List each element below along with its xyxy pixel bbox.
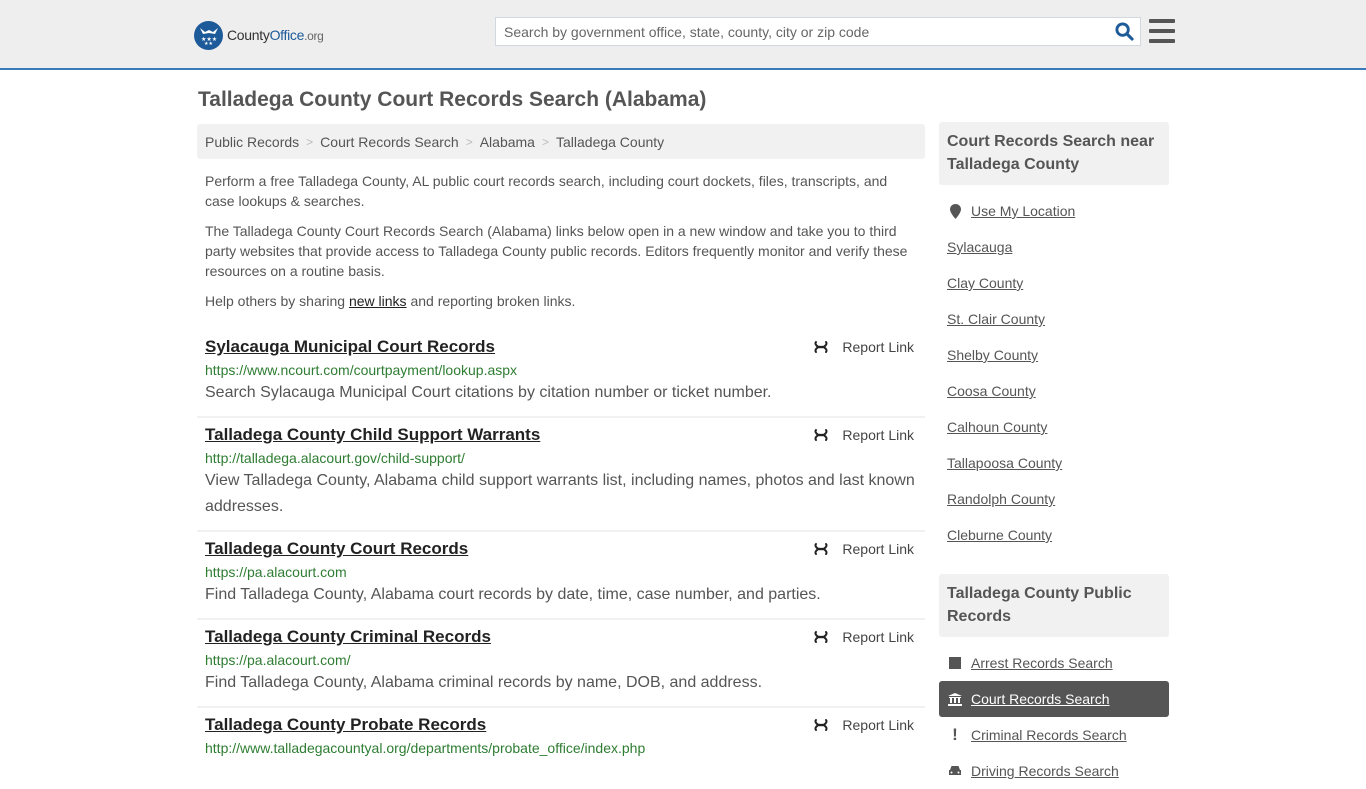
nearby-link-cleburne-county[interactable]: Cleburne County [947,527,1052,543]
use-my-location-link[interactable]: Use My Location [971,203,1075,219]
broken-link-icon [814,543,828,555]
broken-link-icon [814,631,828,643]
nearby-item: St. Clair County [939,301,1169,337]
breadcrumb-talladega-county[interactable]: Talladega County [556,134,664,150]
nearby-link-clay-county[interactable]: Clay County [947,275,1023,291]
eagle-logo-icon: ★★★ ★★ [194,20,223,50]
result-url[interactable]: https://pa.alacourt.com/ [205,650,917,670]
nearby-link-randolph-county[interactable]: Randolph County [947,491,1055,507]
result-url[interactable]: https://www.ncourt.com/courtpayment/look… [205,360,917,380]
broken-link-icon [814,341,828,353]
public-records-heading: Talladega County Public Records [939,574,1169,637]
search-icon [1114,22,1134,41]
site-header: ★★★ ★★ CountyOffice.org [0,0,1366,70]
site-logo[interactable]: ★★★ ★★ CountyOffice.org [194,20,324,50]
result-description: Find Talladega County, Alabama criminal … [205,674,763,691]
nearby-item: Clay County [939,265,1169,301]
result-title-link[interactable]: Talladega County Probate Records [205,714,486,736]
new-links-link[interactable]: new links [349,293,407,309]
nearby-item: Randolph County [939,481,1169,517]
breadcrumb-alabama[interactable]: Alabama [480,134,535,150]
intro-paragraph: The Talladega County Court Records Searc… [205,223,908,279]
page-title: Talladega County Court Records Search (A… [198,88,707,111]
result-title-link[interactable]: Sylacauga Municipal Court Records [205,336,495,358]
result-item: Talladega County Probate Records Report … [197,708,925,768]
result-item: Talladega County Criminal Records Report… [197,620,925,708]
search-input[interactable] [496,18,1108,45]
search-button[interactable] [1108,18,1140,45]
result-title-link[interactable]: Talladega County Criminal Records [205,626,491,648]
result-url[interactable]: http://www.talladegacountyal.org/departm… [205,738,917,758]
driving-records-link[interactable]: Driving Records Search [971,763,1119,779]
nearby-item: Sylacauga [939,229,1169,265]
public-records-item: Driving Records Search [939,753,1169,789]
use-my-location-item: Use My Location [939,193,1169,229]
result-url[interactable]: https://pa.alacourt.com [205,562,917,582]
breadcrumb-separator: > [465,134,473,149]
report-link-button[interactable]: Report Link [813,541,914,557]
broken-link-icon [814,719,828,731]
result-description: View Talladega County, Alabama child sup… [205,472,915,515]
nearby-item: Cleburne County [939,517,1169,553]
result-title-link[interactable]: Talladega County Court Records [205,538,468,560]
nearby-link-tallapoosa-county[interactable]: Tallapoosa County [947,455,1062,471]
intro-paragraph: Perform a free Talladega County, AL publ… [205,173,888,209]
nearby-item: Calhoun County [939,409,1169,445]
nearby-heading: Court Records Search near Talladega Coun… [939,122,1169,185]
search-bar [495,17,1141,46]
report-link-button[interactable]: Report Link [813,427,914,443]
nearby-link-calhoun-county[interactable]: Calhoun County [947,419,1047,435]
car-icon [947,765,963,777]
results-list: Sylacauga Municipal Court Records Report… [197,330,925,768]
public-records-item-active: Court Records Search [939,681,1169,717]
report-link-button[interactable]: Report Link [813,629,914,645]
nearby-item: Tallapoosa County [939,445,1169,481]
arrest-records-link[interactable]: Arrest Records Search [971,655,1113,671]
breadcrumb: Public Records > Court Records Search > … [197,124,925,159]
svg-text:★★: ★★ [204,41,213,45]
public-records-section: Talladega County Public Records Arrest R… [939,574,1169,789]
breadcrumb-court-records-search[interactable]: Court Records Search [320,134,459,150]
share-links-paragraph: Help others by sharing new links and rep… [205,293,576,309]
logo-text: CountyOffice.org [227,27,324,43]
nearby-item: Coosa County [939,373,1169,409]
result-item: Talladega County Court Records Report Li… [197,532,925,620]
public-records-item: ! Criminal Records Search [939,717,1169,753]
nearby-link-sylacauga[interactable]: Sylacauga [947,239,1012,255]
broken-link-icon [814,429,828,441]
result-description: Find Talladega County, Alabama court rec… [205,586,821,603]
result-url[interactable]: http://talladega.alacourt.gov/child-supp… [205,448,917,468]
square-icon [947,657,963,669]
breadcrumb-separator: > [306,134,314,149]
court-records-link[interactable]: Court Records Search [971,691,1110,707]
main-content: Public Records > Court Records Search > … [197,124,925,768]
report-link-button[interactable]: Report Link [813,717,914,733]
nearby-link-coosa-county[interactable]: Coosa County [947,383,1036,399]
exclamation-icon: ! [952,725,958,744]
report-link-button[interactable]: Report Link [813,339,914,355]
map-pin-icon [947,203,963,219]
courthouse-icon [947,692,963,706]
result-item: Talladega County Child Support Warrants … [197,418,925,532]
public-records-item: Arrest Records Search [939,645,1169,681]
breadcrumb-public-records[interactable]: Public Records [205,134,299,150]
intro-text: Perform a free Talladega County, AL publ… [197,171,925,311]
nearby-section: Court Records Search near Talladega Coun… [939,122,1169,553]
nearby-list: Use My Location Sylacauga Clay County St… [939,193,1169,553]
result-title-link[interactable]: Talladega County Child Support Warrants [205,424,540,446]
nearby-link-st-clair-county[interactable]: St. Clair County [947,311,1045,327]
public-records-list: Arrest Records Search Court Records Sear… [939,645,1169,789]
result-description: Search Sylacauga Municipal Court citatio… [205,384,772,401]
hamburger-menu-icon[interactable] [1149,19,1175,43]
breadcrumb-separator: > [541,134,549,149]
sidebar: Court Records Search near Talladega Coun… [939,122,1169,789]
nearby-item: Shelby County [939,337,1169,373]
nearby-link-shelby-county[interactable]: Shelby County [947,347,1038,363]
criminal-records-link[interactable]: Criminal Records Search [971,727,1127,743]
result-item: Sylacauga Municipal Court Records Report… [197,330,925,418]
